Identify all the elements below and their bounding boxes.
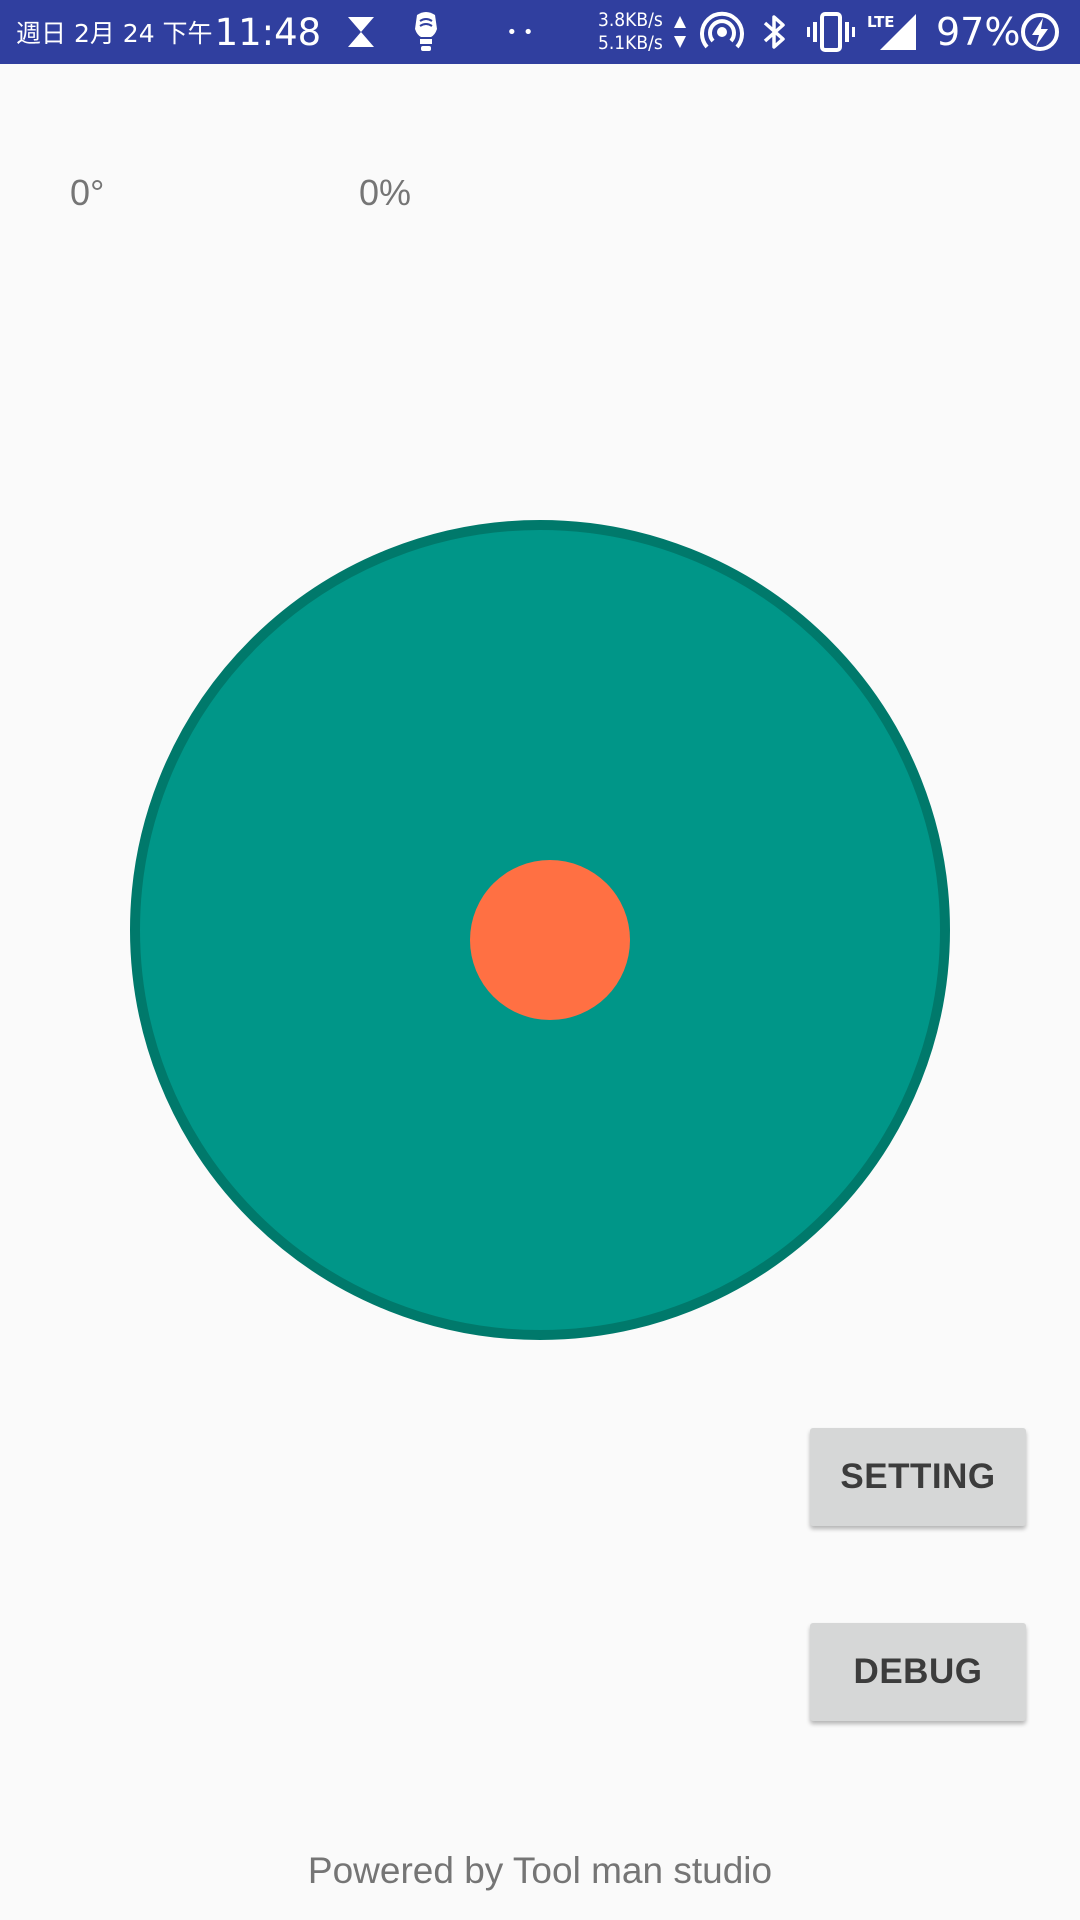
power-readout: 0% — [359, 172, 412, 213]
status-time: 11:48 — [214, 10, 322, 54]
vibrate-icon — [806, 0, 856, 64]
signal-icon — [876, 0, 920, 64]
lightbulb-fist-icon — [406, 0, 446, 64]
battery-charging-icon — [1018, 0, 1062, 64]
joystick-knob[interactable] — [470, 860, 630, 1020]
status-bar: 週日 2月 24 下午 11:48 • • 3.8KB/s 5.1KB/s LT… — [0, 0, 1080, 64]
bluetooth-icon — [756, 0, 792, 64]
status-date: 週日 2月 24 下午 — [16, 19, 213, 48]
download-speed: 5.1KB/s — [598, 32, 663, 54]
joystick-pad[interactable] — [130, 520, 950, 1340]
battery-percent: 97% — [936, 10, 1021, 54]
hotspot-icon — [698, 0, 746, 64]
status-datetime: 週日 2月 24 下午 11:48 — [16, 0, 321, 64]
app-screen: 週日 2月 24 下午 11:48 • • 3.8KB/s 5.1KB/s LT… — [0, 0, 1080, 1920]
hourglass-icon — [342, 0, 380, 64]
upload-speed: 3.8KB/s — [598, 9, 663, 31]
debug-button[interactable]: DEBUG — [810, 1623, 1026, 1721]
setting-button[interactable]: SETTING — [810, 1428, 1026, 1526]
angle-readout: 0° — [70, 172, 105, 213]
network-speed: 3.8KB/s 5.1KB/s — [598, 9, 663, 55]
status-dots: • • — [506, 21, 534, 43]
traffic-arrows-icon — [674, 16, 686, 48]
footer-credit: Powered by Tool man studio — [307, 1850, 773, 1891]
